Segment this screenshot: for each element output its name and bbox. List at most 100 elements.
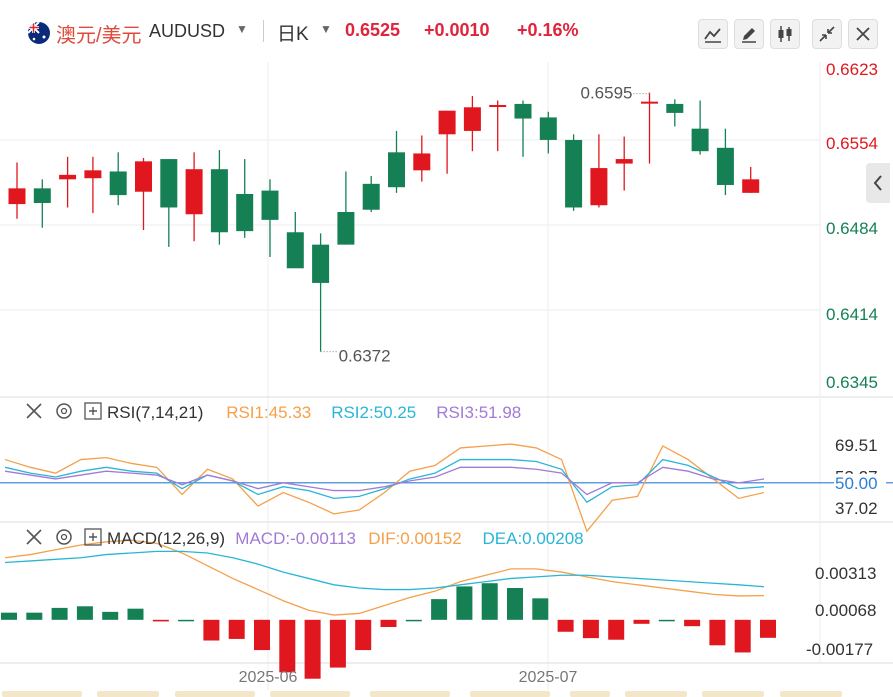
add-indicator-plus <box>89 533 97 541</box>
candle <box>84 170 102 179</box>
indicator-value: MACD:-0.00113 <box>235 529 356 548</box>
macd-bar <box>405 619 422 622</box>
candle <box>261 190 279 220</box>
macd-bar <box>734 619 751 653</box>
candle <box>514 103 532 119</box>
candle <box>210 169 228 233</box>
candle <box>362 183 380 210</box>
candle <box>641 101 658 104</box>
close-indicator-icon <box>26 529 42 545</box>
macd-bar <box>481 583 498 620</box>
candle <box>286 232 304 269</box>
macd-bar <box>203 619 220 641</box>
rsi-line <box>4 458 765 504</box>
chart-canvas[interactable]: 0.6595 0.6372 0.6623 0.6554 0.6484 0.6414 0.6… <box>0 0 893 697</box>
candle <box>565 139 583 208</box>
candle <box>312 244 330 283</box>
candle <box>463 107 481 131</box>
macd-bar <box>709 619 726 646</box>
candle <box>489 105 507 108</box>
candle <box>691 128 709 152</box>
settings-icon <box>56 529 72 545</box>
price-axis-tick: 0.6623 <box>826 60 878 79</box>
candle <box>388 152 405 188</box>
candle <box>135 161 152 192</box>
indicator-label: RSI(7,14,21) <box>107 403 203 422</box>
candle <box>590 168 608 206</box>
candle <box>539 117 557 140</box>
macd-bar <box>279 619 296 673</box>
candle <box>438 110 456 135</box>
macd-bar <box>380 619 397 627</box>
candle <box>413 153 431 171</box>
price-axis-tick: 0.6345 <box>826 373 878 392</box>
macd-bar <box>51 607 68 620</box>
close-indicator-icon <box>26 403 42 419</box>
settings-icon-core <box>60 533 68 541</box>
candle <box>615 159 633 164</box>
rsi-axis-tick: 69.51 <box>835 436 878 455</box>
indicator-value: RSI2:50.25 <box>331 403 416 422</box>
period-tab-strip <box>2 691 842 697</box>
macd-bar <box>102 611 119 620</box>
macd-bar <box>658 619 675 622</box>
macd-bar <box>608 619 625 640</box>
side-panel-toggle[interactable] <box>866 163 890 203</box>
indicator-value: RSI1:45.33 <box>226 403 311 422</box>
macd-bar <box>304 619 321 679</box>
candle <box>8 188 26 205</box>
candle <box>185 169 203 215</box>
rsi-axis-tick: 50.00 <box>835 474 878 493</box>
macd-axis-tick: 0.00068 <box>815 601 876 620</box>
candle <box>236 193 254 232</box>
macd-bar <box>26 612 43 620</box>
rsi-line <box>4 443 765 533</box>
candle <box>666 103 684 113</box>
dif-line <box>4 539 765 616</box>
macd-bar <box>431 599 448 620</box>
candle <box>109 171 127 196</box>
macd-bar <box>532 598 549 620</box>
candle <box>160 159 178 208</box>
macd-bar <box>76 606 93 620</box>
macd-axis-tick: -0.00177 <box>806 640 873 659</box>
settings-icon <box>56 403 72 419</box>
candle <box>337 211 355 245</box>
candle <box>716 147 734 185</box>
candle <box>742 179 760 193</box>
settings-icon-core <box>60 407 68 415</box>
macd-bar <box>127 608 144 620</box>
chevron-left-icon <box>873 175 882 191</box>
indicator-label: MACD(12,26,9) <box>107 529 225 548</box>
macd-bar <box>507 587 523 620</box>
price-axis-tick: 0.6484 <box>826 219 878 238</box>
high-annotation: 0.6595 <box>581 84 633 103</box>
add-indicator-plus <box>89 407 97 415</box>
indicator-value: DIF:0.00152 <box>368 529 462 548</box>
macd-bar <box>456 586 473 620</box>
date-axis-tick: 2025-06 <box>239 669 298 686</box>
macd-bar <box>152 619 169 622</box>
candle <box>59 174 77 180</box>
macd-axis-tick: 0.00313 <box>815 564 876 583</box>
dea-line <box>4 550 765 591</box>
macd-bar <box>557 619 574 632</box>
candle <box>33 188 51 203</box>
price-axis-tick: 0.6414 <box>826 305 878 324</box>
macd-bar <box>1 612 17 620</box>
macd-bar <box>178 619 195 622</box>
macd-bar <box>228 619 245 639</box>
low-annotation: 0.6372 <box>339 347 391 366</box>
indicator-value: DEA:0.00208 <box>483 529 584 548</box>
macd-bar <box>633 619 650 624</box>
macd-bar <box>684 619 701 627</box>
macd-bar <box>329 619 346 668</box>
macd-bar <box>254 619 270 651</box>
indicator-value: RSI3:51.98 <box>436 403 521 422</box>
price-axis-tick: 0.6554 <box>826 134 878 153</box>
macd-bar <box>760 619 776 638</box>
rsi-axis-tick: 37.02 <box>835 499 878 518</box>
macd-bar <box>355 619 372 651</box>
date-axis-tick: 2025-07 <box>519 669 578 686</box>
macd-bar <box>582 619 599 639</box>
